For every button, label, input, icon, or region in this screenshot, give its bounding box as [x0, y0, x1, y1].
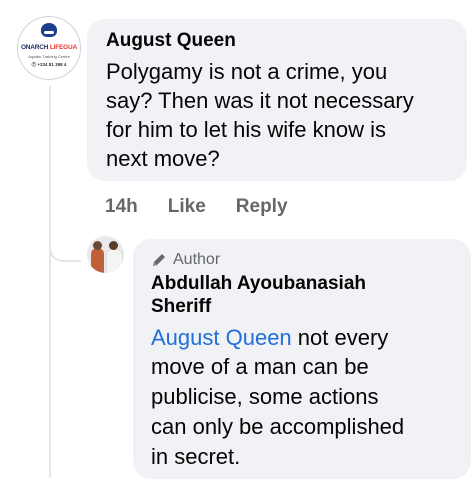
reply-text-line-1: August Queen not every [151, 323, 388, 352]
reply-text-line-3: publicise, some actions [151, 384, 379, 409]
reply-text-rest: not every [291, 325, 389, 350]
thread-line [49, 86, 51, 478]
avatar[interactable]: ONARCH LIFEGUA Aquatic Training Centre Ⓣ… [17, 16, 81, 80]
comment-timestamp[interactable]: 14h [105, 195, 138, 219]
pencil-icon [153, 254, 165, 266]
comment-text-line-3: for him to let his wife know is [106, 117, 386, 142]
reply-text-line-4: can only be accomplished [151, 414, 405, 439]
reply-connector [49, 222, 81, 262]
reply-text-line-2: move of a man can be [151, 354, 369, 379]
lifeguard-logo-icon [41, 23, 57, 37]
like-button[interactable]: Like [168, 195, 206, 219]
reply-text-line-5: in secret. [151, 444, 241, 469]
author-badge: Author [151, 250, 220, 270]
avatar-person-shape [91, 248, 104, 273]
mention-link[interactable]: August Queen [151, 325, 292, 350]
avatar-person-head [93, 241, 102, 250]
comment-text-line-1: Polygamy is not a crime, you [106, 59, 388, 84]
comment-actions: 14h Like Reply [105, 195, 288, 219]
reply-button[interactable]: Reply [236, 195, 288, 219]
reply-author-name-line-1[interactable]: Abdullah Ayoubanasiah [151, 273, 366, 295]
avatar-brand-text: ONARCH LIFEGUA [20, 44, 78, 51]
avatar-phone: Ⓣ +234 81 398 4 [31, 62, 67, 67]
avatar-person-head [109, 241, 118, 250]
avatar-tagline: Aquatic Training Centre [28, 54, 70, 59]
comment-author-name[interactable]: August Queen [106, 30, 236, 52]
reply-avatar[interactable] [87, 236, 124, 273]
comment-text-line-4: next move? [106, 146, 220, 171]
comment-text-line-2: say? Then was it not necessary [106, 88, 414, 113]
reply-author-name-line-2[interactable]: Sheriff [151, 296, 211, 318]
avatar-person-shape [106, 249, 123, 273]
author-badge-label: Author [173, 251, 221, 268]
